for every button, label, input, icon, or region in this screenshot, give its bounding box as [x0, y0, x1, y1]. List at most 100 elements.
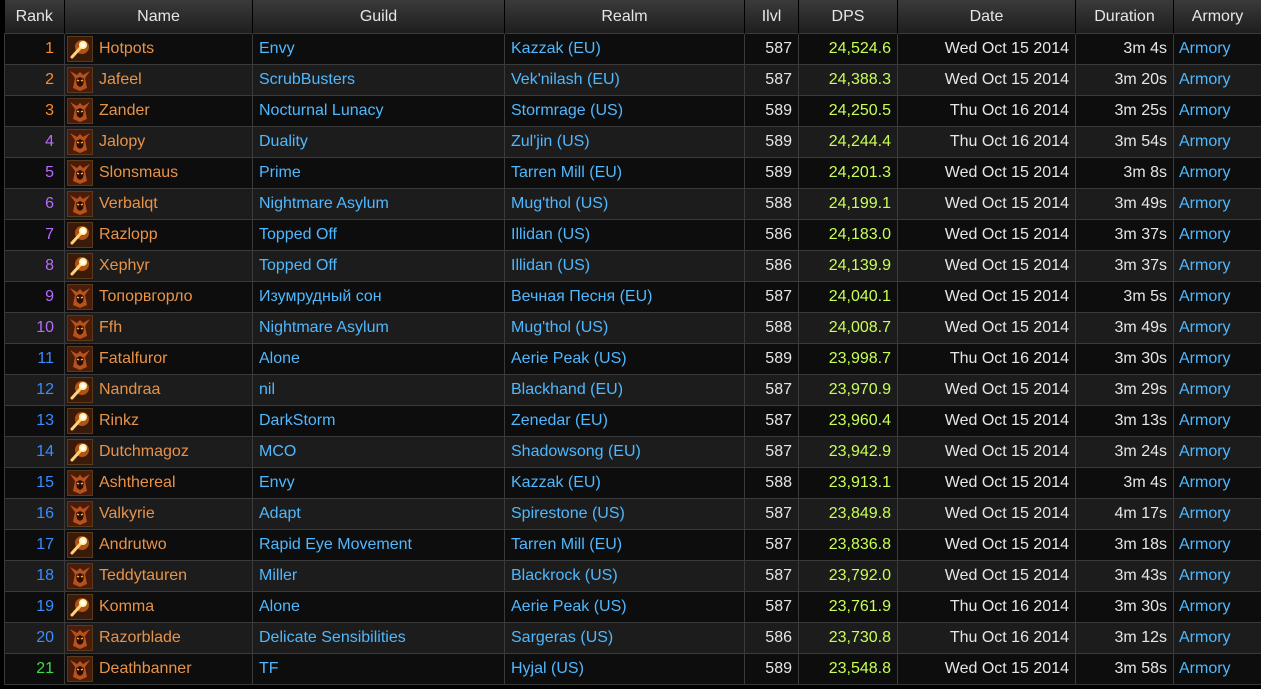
player-name[interactable]: Andrutwo [99, 536, 167, 554]
header-armory[interactable]: Armory [1173, 0, 1261, 34]
name-cell[interactable]: Ashthereal [64, 467, 253, 499]
armory-link[interactable]: Armory [1173, 529, 1261, 561]
name-cell[interactable]: Rinkz [64, 405, 253, 437]
realm-link[interactable]: Kazzak (EU) [504, 467, 745, 499]
guild-link[interactable]: Alone [252, 591, 505, 623]
realm-link[interactable]: Blackrock (US) [504, 560, 745, 592]
player-name[interactable]: Teddytauren [99, 567, 187, 585]
guild-link[interactable]: Topped Off [252, 250, 505, 282]
header-realm[interactable]: Realm [504, 0, 745, 34]
name-cell[interactable]: Hotpots [64, 33, 253, 65]
name-cell[interactable]: Valkyrie [64, 498, 253, 530]
armory-link[interactable]: Armory [1173, 219, 1261, 251]
header-ilvl[interactable]: Ilvl [744, 0, 799, 34]
guild-link[interactable]: Nocturnal Lunacy [252, 95, 505, 127]
player-name[interactable]: Nandraa [99, 381, 160, 399]
realm-link[interactable]: Illidan (US) [504, 219, 745, 251]
guild-link[interactable]: Изумрудный сон [252, 281, 505, 313]
realm-link[interactable]: Kazzak (EU) [504, 33, 745, 65]
guild-link[interactable]: Duality [252, 126, 505, 158]
name-cell[interactable]: Komma [64, 591, 253, 623]
player-name[interactable]: Dutchmagoz [99, 443, 189, 461]
realm-link[interactable]: Mug'thol (US) [504, 188, 745, 220]
armory-link[interactable]: Armory [1173, 622, 1261, 654]
armory-link[interactable]: Armory [1173, 250, 1261, 282]
armory-link[interactable]: Armory [1173, 591, 1261, 623]
header-date[interactable]: Date [897, 0, 1076, 34]
guild-link[interactable]: Nightmare Asylum [252, 312, 505, 344]
name-cell[interactable]: Xephyr [64, 250, 253, 282]
armory-link[interactable]: Armory [1173, 188, 1261, 220]
guild-link[interactable]: Delicate Sensibilities [252, 622, 505, 654]
guild-link[interactable]: Rapid Eye Movement [252, 529, 505, 561]
armory-link[interactable]: Armory [1173, 95, 1261, 127]
player-name[interactable]: Deathbanner [99, 660, 192, 678]
header-name[interactable]: Name [64, 0, 253, 34]
name-cell[interactable]: Fatalfuror [64, 343, 253, 375]
realm-link[interactable]: Vek'nilash (EU) [504, 64, 745, 96]
name-cell[interactable]: Razorblade [64, 622, 253, 654]
armory-link[interactable]: Armory [1173, 157, 1261, 189]
realm-link[interactable]: Blackhand (EU) [504, 374, 745, 406]
armory-link[interactable]: Armory [1173, 498, 1261, 530]
realm-link[interactable]: Stormrage (US) [504, 95, 745, 127]
name-cell[interactable]: Teddytauren [64, 560, 253, 592]
player-name[interactable]: Xephyr [99, 257, 150, 275]
player-name[interactable]: Jafeel [99, 71, 142, 89]
guild-link[interactable]: MCO [252, 436, 505, 468]
realm-link[interactable]: Sargeras (US) [504, 622, 745, 654]
player-name[interactable]: Valkyrie [99, 505, 155, 523]
realm-link[interactable]: Aerie Peak (US) [504, 343, 745, 375]
armory-link[interactable]: Armory [1173, 560, 1261, 592]
name-cell[interactable]: Ffh [64, 312, 253, 344]
name-cell[interactable]: Zander [64, 95, 253, 127]
player-name[interactable]: Топорвгорло [99, 288, 193, 306]
realm-link[interactable]: Illidan (US) [504, 250, 745, 282]
guild-link[interactable]: Prime [252, 157, 505, 189]
name-cell[interactable]: Топорвгорло [64, 281, 253, 313]
name-cell[interactable]: Verbalqt [64, 188, 253, 220]
name-cell[interactable]: Jalopy [64, 126, 253, 158]
armory-link[interactable]: Armory [1173, 436, 1261, 468]
armory-link[interactable]: Armory [1173, 343, 1261, 375]
name-cell[interactable]: Razlopp [64, 219, 253, 251]
guild-link[interactable]: DarkStorm [252, 405, 505, 437]
realm-link[interactable]: Shadowsong (EU) [504, 436, 745, 468]
realm-link[interactable]: Aerie Peak (US) [504, 591, 745, 623]
armory-link[interactable]: Armory [1173, 312, 1261, 344]
name-cell[interactable]: Andrutwo [64, 529, 253, 561]
header-rank[interactable]: Rank [4, 0, 65, 34]
realm-link[interactable]: Вечная Песня (EU) [504, 281, 745, 313]
guild-link[interactable]: Nightmare Asylum [252, 188, 505, 220]
realm-link[interactable]: Spirestone (US) [504, 498, 745, 530]
armory-link[interactable]: Armory [1173, 374, 1261, 406]
guild-link[interactable]: Envy [252, 33, 505, 65]
armory-link[interactable]: Armory [1173, 467, 1261, 499]
player-name[interactable]: Zander [99, 102, 150, 120]
player-name[interactable]: Ffh [99, 319, 122, 337]
guild-link[interactable]: TF [252, 653, 505, 685]
player-name[interactable]: Razorblade [99, 629, 181, 647]
guild-link[interactable]: Adapt [252, 498, 505, 530]
realm-link[interactable]: Hyjal (US) [504, 653, 745, 685]
player-name[interactable]: Razlopp [99, 226, 158, 244]
name-cell[interactable]: Nandraa [64, 374, 253, 406]
realm-link[interactable]: Mug'thol (US) [504, 312, 745, 344]
realm-link[interactable]: Tarren Mill (EU) [504, 157, 745, 189]
name-cell[interactable]: Jafeel [64, 64, 253, 96]
player-name[interactable]: Fatalfuror [99, 350, 167, 368]
header-guild[interactable]: Guild [252, 0, 505, 34]
guild-link[interactable]: Envy [252, 467, 505, 499]
armory-link[interactable]: Armory [1173, 126, 1261, 158]
guild-link[interactable]: Topped Off [252, 219, 505, 251]
player-name[interactable]: Rinkz [99, 412, 139, 430]
player-name[interactable]: Komma [99, 598, 154, 616]
realm-link[interactable]: Zul'jin (US) [504, 126, 745, 158]
realm-link[interactable]: Tarren Mill (EU) [504, 529, 745, 561]
guild-link[interactable]: Miller [252, 560, 505, 592]
realm-link[interactable]: Zenedar (EU) [504, 405, 745, 437]
armory-link[interactable]: Armory [1173, 64, 1261, 96]
player-name[interactable]: Hotpots [99, 40, 154, 58]
name-cell[interactable]: Dutchmagoz [64, 436, 253, 468]
armory-link[interactable]: Armory [1173, 405, 1261, 437]
